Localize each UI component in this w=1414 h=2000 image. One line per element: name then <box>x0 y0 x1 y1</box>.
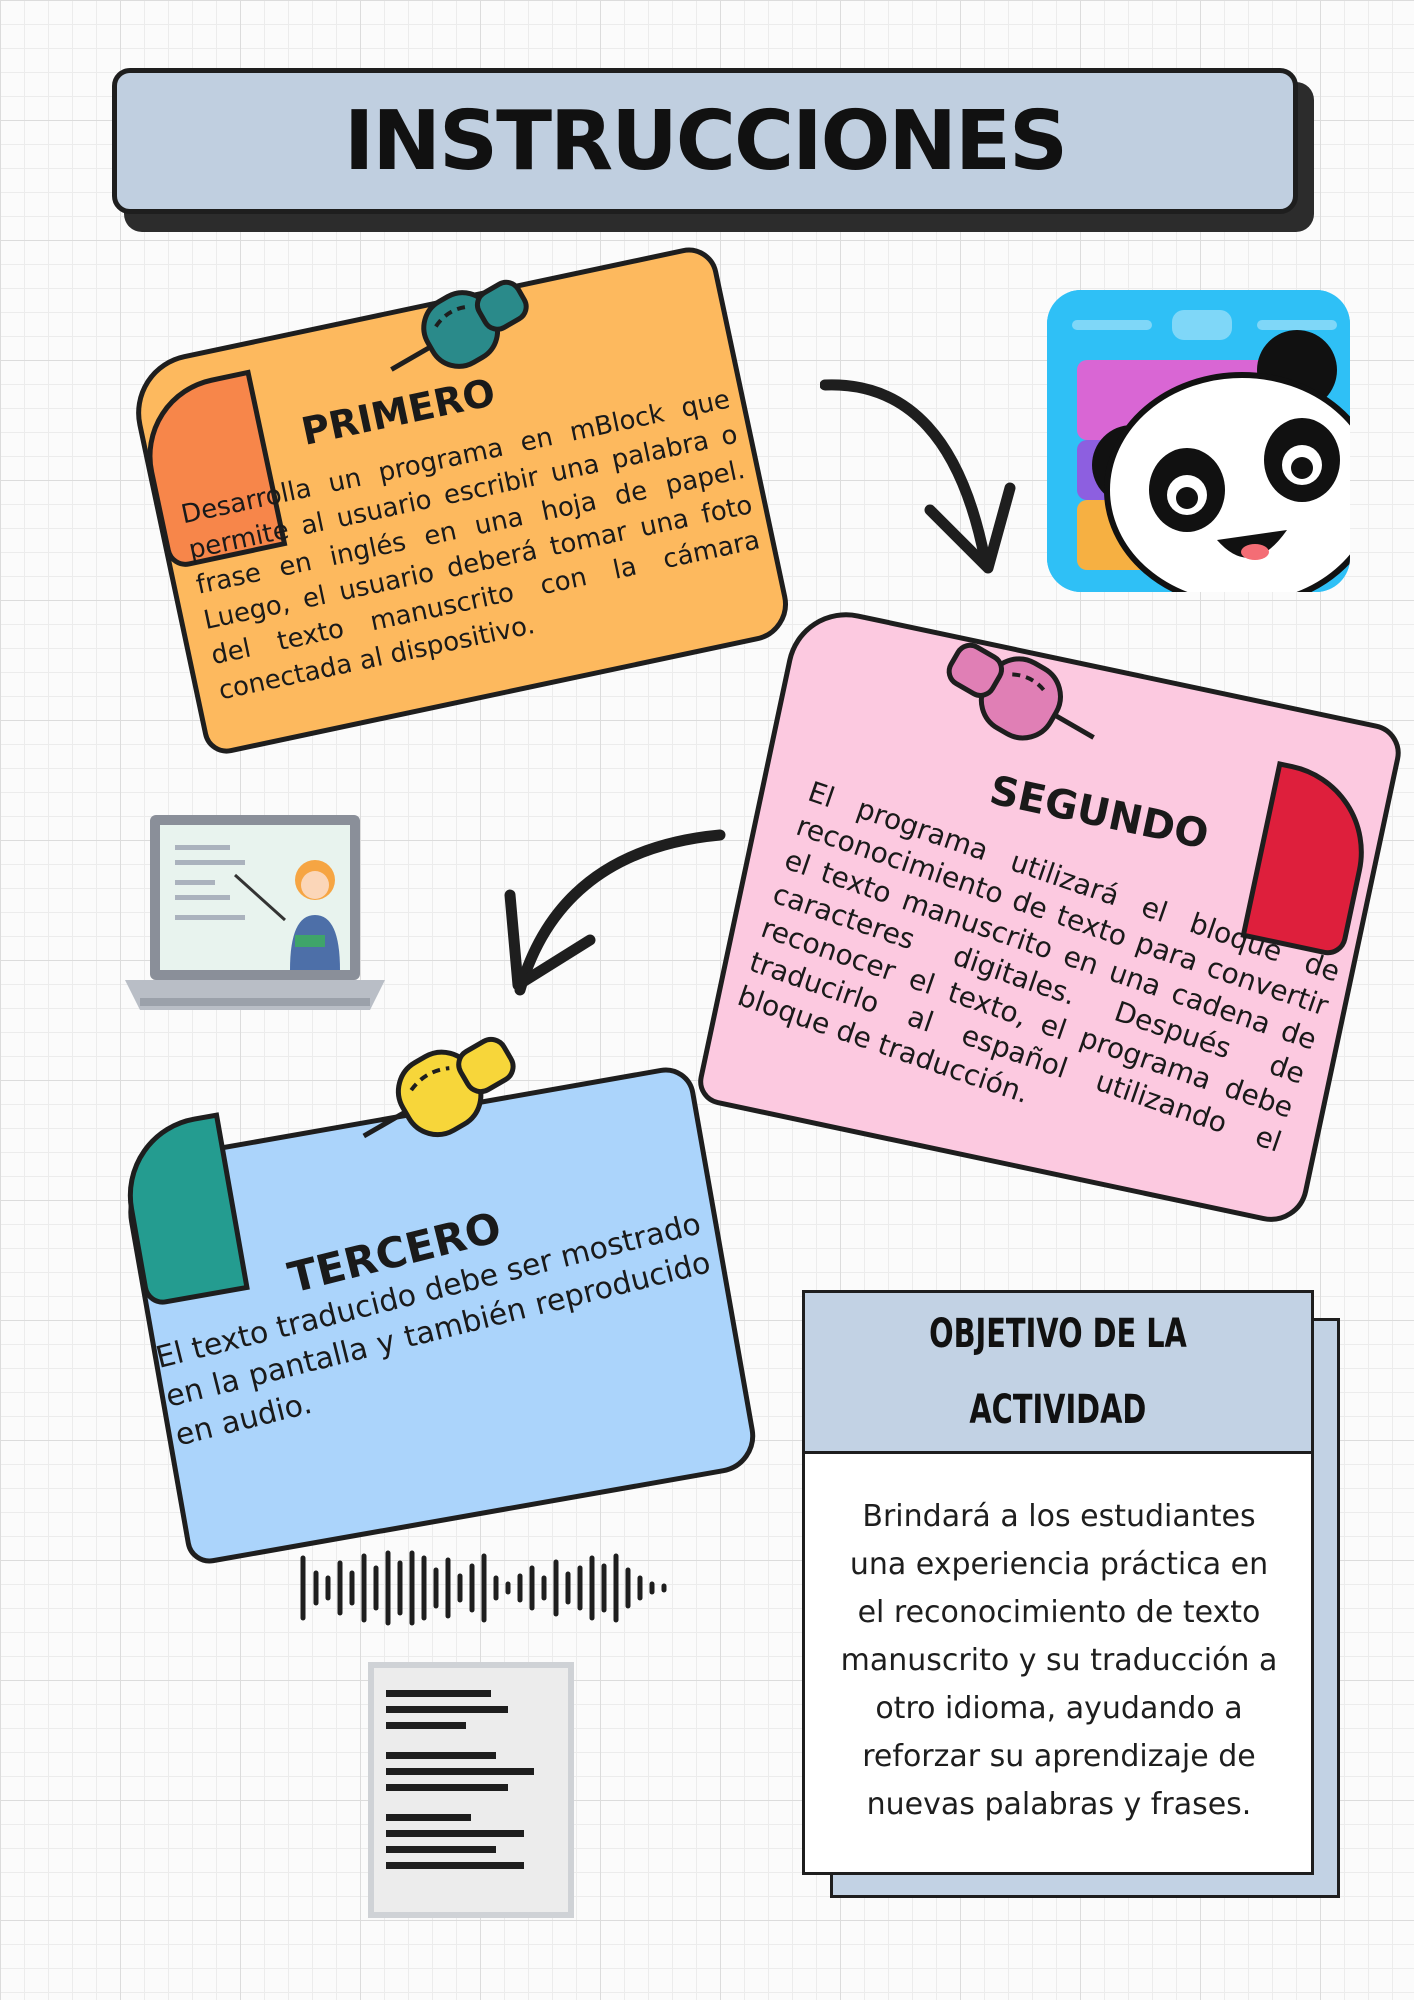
mblock-panda-logo <box>1047 290 1350 592</box>
objective-box: OBJETIVO DE LA ACTIVIDAD Brindará a los … <box>802 1290 1314 1875</box>
objective-heading-line1: OBJETIVO DE LA <box>929 1311 1187 1357</box>
teacher-laptop-icon <box>125 815 385 1010</box>
curved-arrow-icon <box>820 379 1016 574</box>
objective-heading-line2: ACTIVIDAD <box>969 1387 1147 1433</box>
sound-wave-icon <box>300 1550 667 1626</box>
title-banner: INSTRUCCIONES <box>112 68 1298 214</box>
document-icon <box>368 1662 574 1918</box>
curved-arrow-icon <box>504 829 726 996</box>
pushpin-icon <box>362 1036 516 1139</box>
objective-body: Brindará a los estudiantes una experienc… <box>840 1499 1278 1822</box>
page-title: INSTRUCCIONES <box>343 93 1068 189</box>
objective-heading: OBJETIVO DE LA ACTIVIDAD <box>805 1293 1311 1454</box>
note-tercero-fold <box>115 1112 250 1308</box>
pushpin-icon <box>390 279 529 372</box>
pushpin-icon <box>946 642 1095 741</box>
